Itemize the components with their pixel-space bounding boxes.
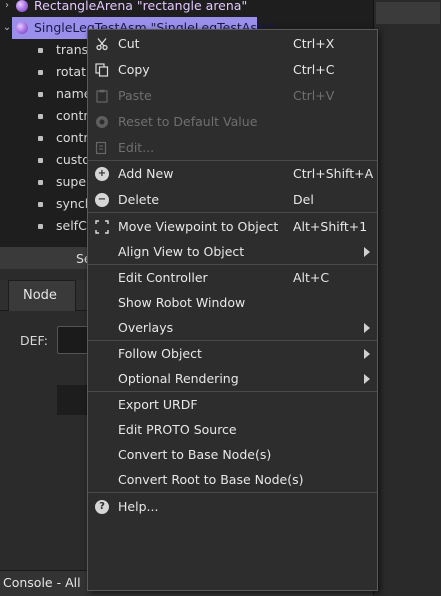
- menu-separator: [88, 492, 377, 493]
- submenu-arrow-icon: [364, 247, 370, 257]
- menu-item-follow-object[interactable]: Follow Object: [88, 342, 377, 366]
- expand-arrow-icon[interactable]: ›: [2, 0, 12, 17]
- submenu-arrow-icon: [364, 374, 370, 384]
- collapse-arrow-icon[interactable]: ⌄: [2, 17, 12, 39]
- submenu-arrow-icon: [364, 349, 370, 359]
- bullet-icon: [38, 202, 43, 207]
- tab-node[interactable]: Node: [8, 280, 76, 311]
- menu-separator: [88, 160, 377, 161]
- edit-icon: [95, 141, 107, 155]
- context-menu: Cut Ctrl+X Copy Ctrl+C Paste Ctrl+V Rese…: [87, 29, 378, 591]
- menu-separator: [88, 340, 377, 341]
- bullet-icon: [38, 114, 43, 119]
- menu-item-move-viewpoint[interactable]: Move Viewpoint to Object Alt+Shift+1: [88, 215, 377, 239]
- menu-item-optional-rendering[interactable]: Optional Rendering: [88, 367, 377, 391]
- menu-item-cut[interactable]: Cut Ctrl+X: [88, 32, 377, 56]
- paste-icon: [96, 89, 108, 103]
- menu-item-help[interactable]: ? Help...: [88, 495, 377, 519]
- bullet-icon: [38, 136, 43, 141]
- menu-item-copy[interactable]: Copy Ctrl+C: [88, 58, 377, 82]
- menu-item-align-view[interactable]: Align View to Object: [88, 240, 377, 264]
- viewpoint-icon: [95, 220, 109, 234]
- bullet-icon: [38, 70, 43, 75]
- menu-item-export-urdf[interactable]: Export URDF: [88, 393, 377, 417]
- bullet-icon: [38, 158, 43, 163]
- bullet-icon: [38, 92, 43, 97]
- copy-icon: [95, 63, 109, 77]
- submenu-arrow-icon: [364, 323, 370, 333]
- menu-item-edit[interactable]: Edit...: [88, 136, 377, 160]
- menu-separator: [88, 391, 377, 392]
- plus-circle-icon: +: [95, 167, 109, 181]
- help-icon: ?: [95, 500, 109, 514]
- menu-separator: [88, 212, 377, 213]
- reset-icon: [96, 116, 108, 128]
- proto-node-icon: [16, 22, 28, 34]
- menu-item-reset-default[interactable]: Reset to Default Value: [88, 110, 377, 134]
- menu-item-show-robot-window[interactable]: Show Robot Window: [88, 291, 377, 315]
- proto-node-icon: [16, 0, 28, 12]
- menu-item-convert-root-base-nodes[interactable]: Convert Root to Base Node(s): [88, 468, 377, 492]
- tree-row-rectangle-arena[interactable]: › RectangleArena "rectangle arena": [0, 0, 373, 17]
- menu-item-add-new[interactable]: + Add New Ctrl+Shift+A: [88, 162, 377, 186]
- menu-item-edit-controller[interactable]: Edit Controller Alt+C: [88, 266, 377, 290]
- scissors-icon: [96, 38, 108, 51]
- bullet-icon: [38, 48, 43, 53]
- minus-circle-icon: −: [95, 193, 109, 207]
- viewport-toolbar: [376, 2, 440, 24]
- viewport-edge: [373, 0, 441, 595]
- menu-separator: [88, 264, 377, 265]
- bullet-icon: [38, 180, 43, 185]
- menu-item-edit-proto-source[interactable]: Edit PROTO Source: [88, 418, 377, 442]
- menu-item-convert-base-nodes[interactable]: Convert to Base Node(s): [88, 443, 377, 467]
- bullet-icon: [38, 224, 43, 229]
- def-label: DEF:: [20, 333, 48, 348]
- menu-item-overlays[interactable]: Overlays: [88, 316, 377, 340]
- menu-item-paste[interactable]: Paste Ctrl+V: [88, 84, 377, 108]
- menu-item-delete[interactable]: − Delete Del: [88, 188, 377, 212]
